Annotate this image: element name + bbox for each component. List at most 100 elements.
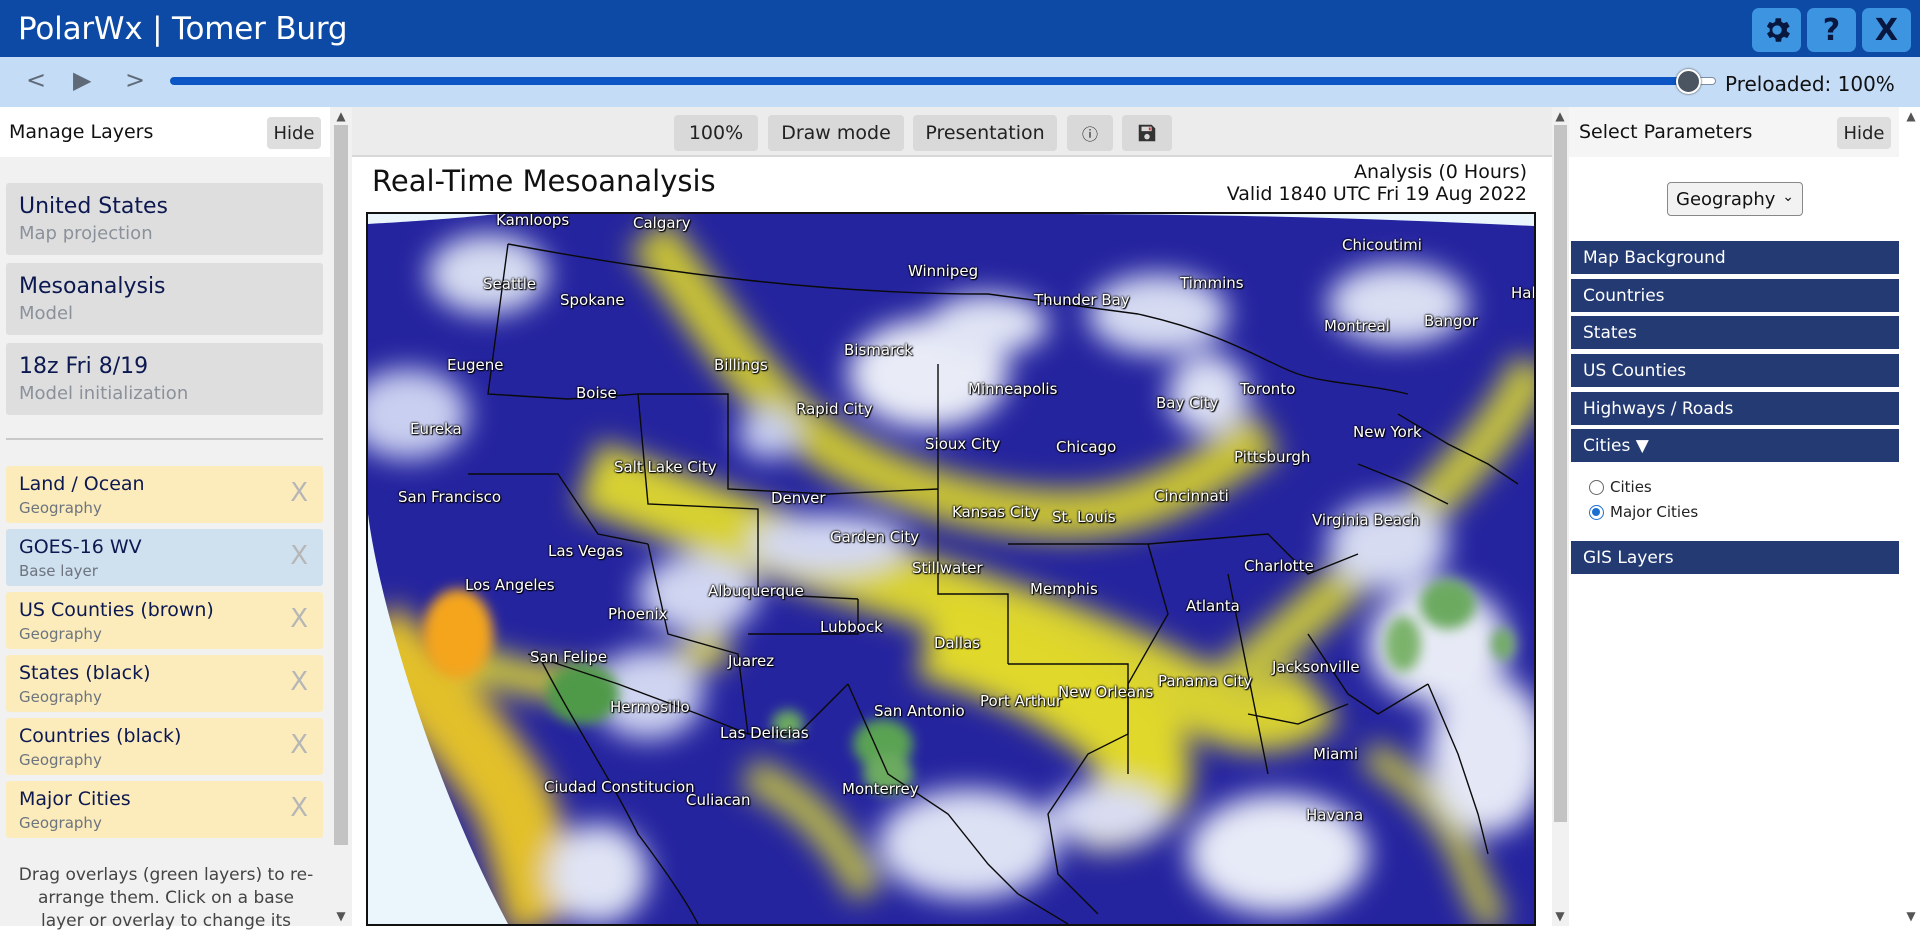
remove-layer-button[interactable]: X [290,478,308,508]
scroll-down-icon[interactable]: ▼ [333,909,349,923]
model-initialization-card[interactable]: 18z Fri 8/19 Model initialization [6,343,323,415]
city-label: Albuquerque [708,582,804,600]
map-scrollbar[interactable]: ▲ ▼ [1552,107,1569,926]
param-countries[interactable]: Countries [1571,279,1899,312]
info-button[interactable]: ⓘ [1067,115,1113,151]
layer-name: GOES-16 WV [19,536,142,558]
city-label: Virginia Beach [1312,511,1420,529]
hide-parameters-button[interactable]: Hide [1837,117,1891,149]
scroll-down-icon[interactable]: ▼ [1552,909,1568,923]
city-label: Memphis [1030,580,1098,598]
city-label: Billings [714,356,768,374]
layer-name: Major Cities [19,788,131,810]
save-button[interactable] [1122,115,1172,151]
city-label: Chicago [1056,438,1117,456]
save-icon [1138,124,1156,142]
layer-type: Geography [19,688,102,706]
remove-layer-button[interactable]: X [290,667,308,697]
close-button[interactable]: X [1862,8,1911,52]
hide-layers-button[interactable]: Hide [267,117,321,149]
city-label: San Antonio [874,702,965,720]
param-highways-roads[interactable]: Highways / Roads [1571,392,1899,425]
layer-name: Countries (black) [19,725,182,747]
city-label: Dallas [934,634,981,652]
city-label: Thunder Bay [1034,291,1130,309]
city-label: Charlotte [1244,557,1314,575]
remove-layer-button[interactable]: X [290,541,308,571]
parameter-category-select[interactable]: Geography ⌄ [1667,182,1803,216]
layer-type: Base layer [19,562,98,580]
city-label: Bismarck [844,341,913,359]
presentation-button[interactable]: Presentation [913,115,1057,151]
param-us-counties[interactable]: US Counties [1571,354,1899,387]
manage-layers-title: Manage Layers [9,121,154,143]
help-button[interactable]: ? [1807,8,1856,52]
city-label: Timmins [1180,274,1244,292]
select-parameters-header: Select Parameters Hide [1569,107,1899,157]
info-card-main: 18z Fri 8/19 [19,354,149,379]
layer-item[interactable]: Major Cities Geography X [6,781,323,838]
info-card-sub: Map projection [19,223,153,244]
city-label: Toronto [1240,380,1296,398]
city-label: Culiacan [686,791,751,809]
layer-item[interactable]: US Counties (brown) Geography X [6,592,323,649]
timeline-track[interactable] [170,77,1714,85]
radio-button-checked[interactable] [1589,504,1604,520]
scroll-down-icon[interactable]: ▼ [1903,909,1919,923]
city-label: Kamloops [496,212,570,229]
city-label: New York [1353,423,1422,441]
city-label: Eugene [447,356,504,374]
info-card-main: Mesoanalysis [19,274,166,299]
city-label: Kansas City [952,503,1040,521]
gear-icon [1766,18,1790,42]
city-label: Chicoutimi [1342,236,1422,254]
scroll-up-icon[interactable]: ▲ [1903,109,1919,123]
city-label: Boise [576,384,617,402]
city-label: Calgary [633,214,691,232]
param-gis-layers[interactable]: GIS Layers [1571,541,1899,574]
city-label: Rapid City [796,400,873,418]
scroll-up-icon[interactable]: ▲ [1552,109,1568,123]
city-label: Panama City [1158,672,1253,690]
zoom-button[interactable]: 100% [674,115,758,151]
city-label: Spokane [560,291,625,309]
map-scroll-thumb[interactable] [1554,125,1567,822]
map-toolbar: 100% Draw mode Presentation ⓘ [352,107,1552,157]
layer-item[interactable]: Land / Ocean Geography X [6,466,323,523]
remove-layer-button[interactable]: X [290,730,308,760]
layer-item[interactable]: States (black) Geography X [6,655,323,712]
mesoanalysis-map[interactable]: Kamloops Calgary Winnipeg Chicoutimi Sea… [366,212,1536,926]
layer-name: States (black) [19,662,151,684]
left-scroll-thumb[interactable] [334,125,348,845]
draw-mode-button[interactable]: Draw mode [768,115,904,151]
remove-layer-button[interactable]: X [290,793,308,823]
layer-name: Land / Ocean [19,473,145,495]
model-card[interactable]: Mesoanalysis Model [6,263,323,335]
map-projection-card[interactable]: United States Map projection [6,183,323,255]
layer-item[interactable]: Countries (black) Geography X [6,718,323,775]
param-states[interactable]: States [1571,316,1899,349]
layer-item[interactable]: GOES-16 WV Base layer X [6,529,323,586]
previous-frame-button[interactable]: < [26,66,46,94]
settings-button[interactable] [1752,8,1801,52]
radio-cities[interactable]: Cities [1589,478,1652,496]
city-label: Lubbock [820,618,883,636]
city-label: New Orleans [1058,683,1154,701]
panel-divider [6,438,323,440]
param-cities[interactable]: Cities ▼ [1571,429,1899,462]
right-panel-scrollbar[interactable]: ▲ ▼ [1902,107,1920,926]
city-label: Havana [1306,806,1364,824]
remove-layer-button[interactable]: X [290,604,308,634]
layer-type: Geography [19,751,102,769]
play-button[interactable]: ▶ [73,66,91,94]
scroll-up-icon[interactable]: ▲ [333,109,349,123]
radio-major-cities[interactable]: Major Cities [1589,503,1698,521]
layer-type: Geography [19,625,102,643]
left-panel-scrollbar[interactable]: ▲ ▼ [330,107,352,926]
layer-type: Geography [19,814,102,832]
city-label: Ciudad Constitucion [544,778,695,796]
radio-button[interactable] [1589,479,1604,495]
timeline-slider-thumb[interactable] [1676,69,1701,94]
param-map-background[interactable]: Map Background [1571,241,1899,274]
next-frame-button[interactable]: > [125,66,145,94]
